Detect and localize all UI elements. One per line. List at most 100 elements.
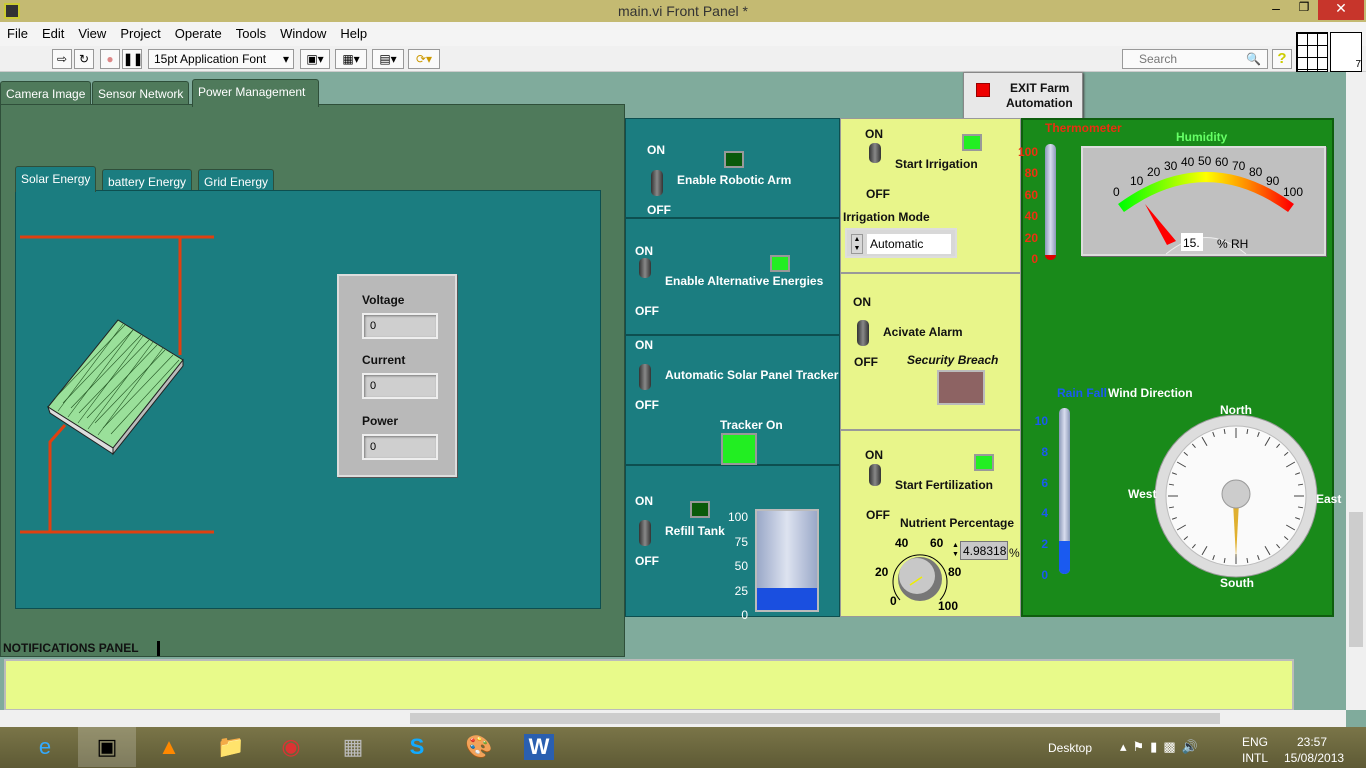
tick: 50 xyxy=(734,559,748,573)
thermo-scale: 100 80 60 40 20 0 xyxy=(1016,142,1038,270)
tab-camera-image[interactable]: Camera Image xyxy=(0,81,92,105)
lang: INTL xyxy=(1242,751,1269,765)
tick: 8 xyxy=(1041,444,1048,459)
thermometer-label: Thermometer xyxy=(1045,121,1122,135)
refill-tank-toggle[interactable] xyxy=(639,520,651,546)
desktop-toolbar[interactable]: Desktop xyxy=(1048,741,1092,755)
menu-project[interactable]: Project xyxy=(113,22,167,46)
file-explorer-icon[interactable]: 📁 xyxy=(202,727,260,767)
app-icon[interactable] xyxy=(4,3,20,19)
humidity-tick: 10 xyxy=(1130,174,1144,188)
menu-view[interactable]: View xyxy=(71,22,113,46)
fertilization-label: Start Fertilization xyxy=(895,478,994,492)
nutrient-unit: % xyxy=(1009,546,1020,560)
irrigation-toggle[interactable] xyxy=(869,143,881,163)
horizontal-scrollbar[interactable] xyxy=(0,710,1346,727)
menu-window[interactable]: Window xyxy=(273,22,333,46)
subtab-battery-energy[interactable]: battery Energy xyxy=(102,169,193,191)
tray-icons[interactable]: ▴⚑▮▩🔊 xyxy=(1120,739,1204,755)
tick: 100 xyxy=(727,510,748,524)
rainfall-gauge xyxy=(1059,408,1070,574)
on-label: ON xyxy=(647,143,665,157)
humidity-tick: 80 xyxy=(1249,165,1263,179)
abort-icon[interactable]: ● xyxy=(100,49,120,69)
wind-direction-gauge xyxy=(1154,414,1318,578)
notifications-panel[interactable] xyxy=(4,659,1294,711)
clock[interactable]: 23:57 15/08/2013 xyxy=(1284,734,1345,766)
menu-help[interactable]: Help xyxy=(333,22,374,46)
title-bar: main.vi Front Panel * xyxy=(0,0,1366,22)
tick: 25 xyxy=(734,583,748,598)
paint-icon[interactable]: 🎨 xyxy=(450,727,508,767)
alarm-toggle[interactable] xyxy=(857,320,869,346)
nutrient-knob[interactable]: 0 20 40 60 80 100 xyxy=(870,532,970,617)
tank-fill xyxy=(757,588,817,610)
search-input[interactable]: Search 🔍 xyxy=(1122,49,1268,69)
tab-power-management[interactable]: Power Management xyxy=(192,79,319,107)
solar-tracker-toggle[interactable] xyxy=(639,364,651,390)
tank-scale: 100 75 50 25 0 xyxy=(720,505,748,622)
exit-label: EXIT Farm xyxy=(1010,81,1070,95)
tab-sensor-network[interactable]: Sensor Network xyxy=(92,81,190,105)
security-breach-led xyxy=(937,370,985,405)
refill-tank-label: Refill Tank xyxy=(665,524,725,538)
tick: 100 xyxy=(1017,145,1038,159)
vlc-icon[interactable]: ▲ xyxy=(140,727,198,767)
pause-icon[interactable]: ❚❚ xyxy=(122,49,143,69)
scrollbar-thumb[interactable] xyxy=(1349,512,1363,647)
reorder-icon[interactable]: ⟳▾ xyxy=(408,49,440,69)
tracker-on-led xyxy=(721,433,757,465)
menu-edit[interactable]: Edit xyxy=(35,22,71,46)
menu-tools[interactable]: Tools xyxy=(229,22,273,46)
menu-operate[interactable]: Operate xyxy=(168,22,229,46)
robotic-arm-toggle[interactable] xyxy=(651,170,663,196)
exit-farm-automation-button[interactable]: EXIT Farm Automation xyxy=(963,72,1083,119)
tick: 0 xyxy=(1031,252,1038,267)
align-icon[interactable]: ▣▾ xyxy=(300,49,330,69)
security-breach-label: Security Breach xyxy=(907,353,999,367)
humidity-tick: 100 xyxy=(1283,185,1303,199)
minimize-button[interactable]: – xyxy=(1262,0,1290,20)
run-icon[interactable]: ⇨ xyxy=(52,49,72,69)
subtab-solar-energy[interactable]: Solar Energy xyxy=(15,166,97,192)
labview-icon[interactable]: ▣ xyxy=(78,727,136,767)
close-button[interactable]: ✕ xyxy=(1318,0,1364,20)
scrollbar-thumb[interactable] xyxy=(410,713,1220,724)
help-button[interactable]: ? xyxy=(1272,49,1292,69)
resize-icon[interactable]: ▤▾ xyxy=(372,49,404,69)
exit-label-2: Automation xyxy=(1006,96,1073,110)
ie-icon[interactable]: e xyxy=(16,727,74,767)
tracker-on-label: Tracker On xyxy=(720,418,783,432)
distribute-icon[interactable]: ▦▾ xyxy=(335,49,367,69)
on-label: ON xyxy=(853,295,871,309)
knob-tick: 0 xyxy=(890,594,897,608)
language-indicator[interactable]: ENG INTL xyxy=(1242,734,1268,766)
on-label: ON xyxy=(865,127,883,141)
lang: ENG xyxy=(1242,735,1269,749)
humidity-tick: 30 xyxy=(1164,159,1178,173)
font-select[interactable]: 15pt Application Font ▾ xyxy=(148,49,294,69)
subtab-grid-energy[interactable]: Grid Energy xyxy=(198,169,275,191)
alt-energy-toggle[interactable] xyxy=(639,258,651,278)
chrome-icon[interactable]: ◉ xyxy=(262,727,320,767)
off-label: OFF xyxy=(635,398,659,412)
humidity-tick: 40 xyxy=(1181,155,1195,169)
skype-icon[interactable]: S xyxy=(388,727,446,767)
tick: 60 xyxy=(1024,187,1038,202)
irrigation-mode-select[interactable]: ▲ ▼ Automatic xyxy=(845,228,957,258)
menu-file[interactable]: File xyxy=(0,22,35,46)
date: 15/08/2013 xyxy=(1284,751,1345,765)
run-continuously-icon[interactable]: ↻ xyxy=(74,49,94,69)
word-icon[interactable]: W xyxy=(510,727,568,767)
off-label: OFF xyxy=(635,554,659,568)
maximize-button[interactable]: ❐ xyxy=(1290,0,1318,20)
app-icon[interactable]: ▦ xyxy=(324,727,382,767)
current-readout: 0 xyxy=(362,373,438,399)
spinner-icon[interactable]: ▲ ▼ xyxy=(851,234,863,254)
vertical-scrollbar[interactable] xyxy=(1346,72,1366,710)
south-label: South xyxy=(1220,576,1254,590)
irrigation-mode-value: Automatic xyxy=(867,234,951,254)
chevron-down-icon: ▾ xyxy=(282,52,289,66)
fertilization-toggle[interactable] xyxy=(869,464,881,486)
humidity-tick: 70 xyxy=(1232,159,1246,173)
